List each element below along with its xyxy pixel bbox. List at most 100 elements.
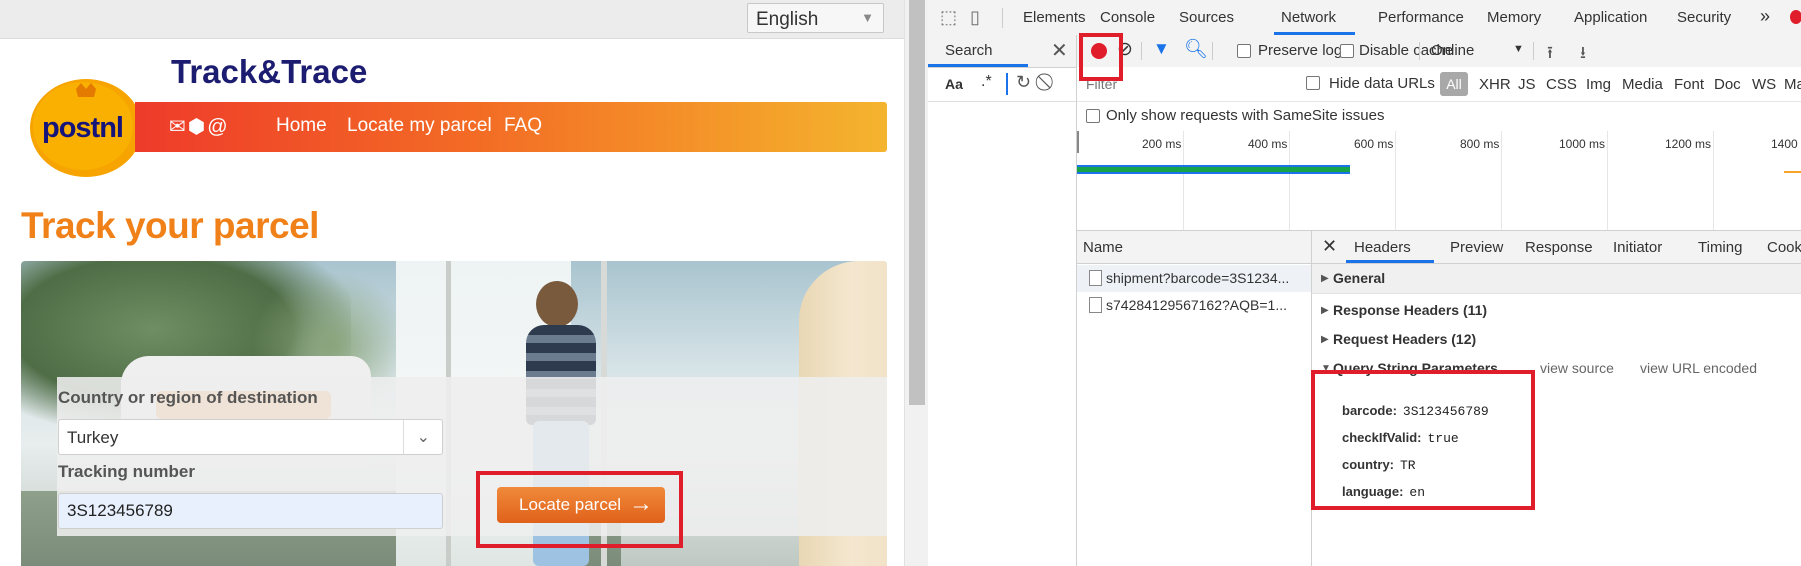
- request-row[interactable]: s74284129567162?AQB=1...: [1077, 292, 1311, 319]
- close-icon[interactable]: ✕: [1051, 38, 1068, 63]
- export-har-icon[interactable]: ⭳: [1580, 40, 1586, 69]
- page-scrollbar[interactable]: [904, 0, 929, 566]
- webpage: English ▼ postnl Track&Trace ✉ ⬢ @ Home Lo…: [0, 0, 912, 566]
- divider: [1212, 42, 1213, 60]
- tab-initiator[interactable]: Initiator: [1613, 239, 1662, 256]
- tab-application[interactable]: Application: [1574, 9, 1647, 26]
- divider: [1419, 42, 1420, 60]
- samesite-label: Only show requests with SameSite issues: [1106, 107, 1385, 124]
- tab-cookies[interactable]: Cookies: [1767, 239, 1801, 256]
- timeline-tick-label: 200 ms: [1142, 137, 1182, 151]
- language-select[interactable]: English ▼: [747, 3, 884, 33]
- nav-home-link[interactable]: Home: [276, 115, 327, 137]
- envelope-icon: ✉: [169, 116, 186, 138]
- section-title: General: [1333, 270, 1386, 286]
- devtools-tab-bar: ⬚ ▯ Elements Console Sources Network Per…: [928, 0, 1801, 36]
- timeline-tick-label: 1200 ms: [1665, 137, 1712, 151]
- section-title: Request Headers (12): [1333, 331, 1477, 347]
- search-options: Aa .* ↻ ⃠: [928, 67, 1076, 102]
- error-badge[interactable]: [1790, 10, 1801, 24]
- tab-memory[interactable]: Memory: [1487, 9, 1541, 26]
- filter-manifest[interactable]: Ma: [1784, 76, 1801, 93]
- match-case-toggle[interactable]: Aa: [945, 76, 963, 92]
- nav-faq-link[interactable]: FAQ: [504, 115, 542, 137]
- filter-doc[interactable]: Doc: [1714, 76, 1741, 93]
- tab-network[interactable]: Network: [1281, 9, 1336, 26]
- hide-data-urls-checkbox[interactable]: [1306, 76, 1320, 90]
- search-pane: Search ✕ Aa .* ↻ ⃠: [928, 35, 1077, 566]
- tab-performance[interactable]: Performance: [1378, 9, 1464, 26]
- country-select[interactable]: Turkey ⌄: [58, 419, 443, 455]
- close-icon[interactable]: ✕: [1322, 236, 1337, 257]
- tab-sources[interactable]: Sources: [1179, 9, 1234, 26]
- hide-data-urls-label: Hide data URLs: [1329, 75, 1435, 92]
- logo-wordmark: postnl: [42, 112, 124, 144]
- tab-security[interactable]: Security: [1677, 9, 1731, 26]
- timeline-tick-label: 400 ms: [1248, 137, 1288, 151]
- tracking-number-input[interactable]: 3S123456789: [58, 493, 443, 529]
- filter-media[interactable]: Media: [1622, 76, 1663, 93]
- divider: [1533, 42, 1534, 60]
- filter-js[interactable]: JS: [1518, 76, 1536, 93]
- network-toolbar: ⊘ ▼ 🔍︎ Preserve log Disable cache Online…: [1077, 35, 1801, 68]
- search-pane-title[interactable]: Search: [945, 42, 993, 59]
- filter-xhr[interactable]: XHR: [1479, 76, 1511, 93]
- filter-icon[interactable]: ▼: [1153, 39, 1170, 59]
- preserve-log-checkbox[interactable]: [1237, 44, 1251, 58]
- divider: [1002, 8, 1003, 28]
- highlight-locate-button: [476, 471, 683, 548]
- request-list: Name shipment?barcode=3S1234... s7428412…: [1077, 231, 1312, 566]
- name-column-header[interactable]: Name: [1083, 239, 1123, 256]
- country-select-value: Turkey: [67, 428, 119, 447]
- active-tab-indicator: [1346, 260, 1434, 263]
- response-headers-section[interactable]: ▶ Response Headers (11): [1312, 296, 1801, 325]
- chevron-down-icon: ⌄: [416, 429, 430, 446]
- divider: [1141, 42, 1142, 60]
- regex-toggle[interactable]: .*: [981, 73, 992, 91]
- timeline-tick-label: 600 ms: [1354, 137, 1394, 151]
- request-row[interactable]: shipment?barcode=3S1234...: [1077, 265, 1311, 292]
- tab-timing[interactable]: Timing: [1698, 239, 1742, 256]
- disable-cache-checkbox[interactable]: [1340, 44, 1354, 58]
- inspect-element-icon[interactable]: ⬚: [940, 7, 957, 28]
- page-heading: Track your parcel: [21, 205, 319, 246]
- filter-img[interactable]: Img: [1586, 76, 1611, 93]
- language-bar: English ▼: [0, 0, 912, 39]
- nav-service-icons: ✉ ⬢ @: [169, 114, 230, 139]
- tracking-number-label: Tracking number: [58, 462, 195, 481]
- main-navbar: ✉ ⬢ @ Home Locate my parcel FAQ: [135, 102, 887, 152]
- filter-css[interactable]: CSS: [1546, 76, 1577, 93]
- view-url-encoded-link[interactable]: view URL encoded: [1640, 360, 1757, 376]
- request-name: s74284129567162?AQB=1...: [1106, 297, 1287, 313]
- page-scrollbar-thumb[interactable]: [909, 0, 925, 405]
- filter-font[interactable]: Font: [1674, 76, 1704, 93]
- throttling-select[interactable]: Online: [1431, 42, 1474, 59]
- network-timeline[interactable]: 200 ms 400 ms 600 ms 800 ms 1000 ms 1200…: [1077, 131, 1801, 231]
- tab-response[interactable]: Response: [1525, 239, 1593, 256]
- tab-elements[interactable]: Elements: [1023, 9, 1086, 26]
- timeline-gridline: [1183, 131, 1184, 230]
- view-source-link[interactable]: view source: [1540, 360, 1614, 376]
- nav-locate-link[interactable]: Locate my parcel: [347, 115, 492, 137]
- refresh-icon[interactable]: ↻: [1016, 72, 1031, 93]
- import-har-icon[interactable]: ⭱: [1547, 40, 1553, 69]
- filter-all-button[interactable]: All: [1440, 72, 1468, 96]
- timeline-request-bar: [1077, 165, 1350, 174]
- samesite-checkbox[interactable]: [1086, 109, 1100, 123]
- more-tabs-icon[interactable]: »: [1760, 6, 1770, 27]
- request-headers-section[interactable]: ▶ Request Headers (12): [1312, 325, 1801, 354]
- timeline-tick-label: 800 ms: [1460, 137, 1500, 151]
- select-divider: [403, 420, 404, 454]
- general-section[interactable]: ▶ General: [1312, 264, 1801, 294]
- detail-tab-bar: ✕ Headers Preview Response Initiator Tim…: [1312, 231, 1801, 264]
- timeline-tick-label: 1400: [1771, 137, 1798, 151]
- search-icon[interactable]: 🔍︎: [1184, 37, 1208, 61]
- tab-headers[interactable]: Headers: [1354, 239, 1411, 256]
- samesite-filter-row: Only show requests with SameSite issues: [1077, 101, 1801, 132]
- tab-preview[interactable]: Preview: [1450, 239, 1503, 256]
- tab-console[interactable]: Console: [1100, 9, 1155, 26]
- device-toolbar-icon[interactable]: ▯: [970, 7, 980, 28]
- search-input-caret[interactable]: [1006, 73, 1008, 95]
- filter-ws[interactable]: WS: [1752, 76, 1776, 93]
- language-select-value: English: [756, 9, 819, 30]
